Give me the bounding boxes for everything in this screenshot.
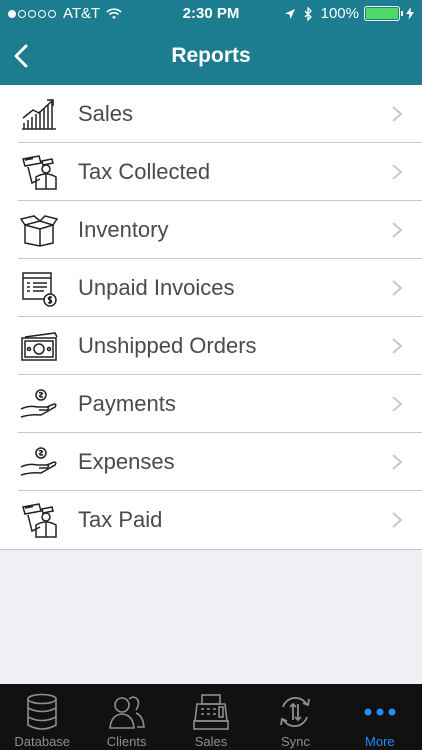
tab-sales[interactable]: Sales (169, 684, 253, 750)
tab-label: Sync (280, 734, 310, 749)
battery-icon (364, 6, 403, 21)
report-row-payments[interactable]: Payments (0, 375, 422, 433)
bluetooth-icon (304, 6, 312, 21)
clients-icon (107, 692, 147, 732)
battery-level (366, 8, 398, 19)
tax-officer-icon (18, 500, 60, 540)
report-row-expenses[interactable]: Expenses (0, 433, 422, 491)
nav-bar: Reports (0, 28, 422, 85)
report-label: Expenses (78, 449, 175, 474)
page-title: Reports (171, 44, 251, 67)
sync-icon (275, 692, 315, 732)
cash-icon (18, 326, 60, 366)
tab-more[interactable]: More (338, 684, 422, 750)
reports-list: Sales Tax Collected Inventory Unpaid Inv… (0, 85, 422, 550)
report-label: Tax Paid (78, 507, 163, 532)
chevron-right-icon (392, 280, 403, 296)
report-row-sales[interactable]: Sales (0, 85, 422, 143)
hand-coin-icon (18, 442, 60, 482)
hand-coin-icon (18, 384, 60, 424)
tab-bar: Database Clients Sales Sync More (0, 684, 422, 750)
invoice-icon (18, 268, 60, 308)
report-row-unshipped-orders[interactable]: Unshipped Orders (0, 317, 422, 375)
report-row-unpaid-invoices[interactable]: Unpaid Invoices (0, 259, 422, 317)
report-label: Tax Collected (78, 159, 211, 184)
sales-chart-icon (18, 94, 60, 134)
location-icon (284, 8, 295, 19)
report-label: Unshipped Orders (78, 333, 257, 358)
tab-clients[interactable]: Clients (84, 684, 168, 750)
chevron-right-icon (392, 454, 403, 470)
report-row-tax-collected[interactable]: Tax Collected (0, 143, 422, 201)
chevron-right-icon (392, 222, 403, 238)
more-icon (360, 692, 400, 732)
tab-database[interactable]: Database (0, 684, 84, 750)
report-label: Unpaid Invoices (78, 275, 235, 300)
tax-officer-icon (18, 152, 60, 192)
report-row-tax-paid[interactable]: Tax Paid (0, 491, 422, 549)
tab-label: Sales (194, 734, 228, 749)
report-label: Payments (78, 391, 176, 416)
cash-register-icon (191, 692, 231, 732)
chevron-right-icon (392, 512, 403, 528)
battery-percent: 100% (320, 5, 359, 22)
charging-icon (406, 7, 414, 20)
tab-label: Database (14, 734, 71, 749)
report-row-inventory[interactable]: Inventory (0, 201, 422, 259)
report-label: Sales (78, 101, 134, 126)
chevron-right-icon (392, 106, 403, 122)
tab-label: More (365, 734, 395, 749)
tab-sync[interactable]: Sync (253, 684, 337, 750)
chevron-right-icon (392, 164, 403, 180)
report-label: Inventory (78, 217, 169, 242)
status-bar: AT&T 2:30 PM 100% (0, 0, 422, 28)
tab-label: Clients (106, 734, 147, 749)
database-icon (22, 692, 62, 732)
status-right: 100% (284, 5, 414, 22)
box-icon (18, 210, 60, 250)
chevron-right-icon (392, 396, 403, 412)
header: AT&T 2:30 PM 100% Reports (0, 0, 422, 85)
chevron-right-icon (392, 338, 403, 354)
